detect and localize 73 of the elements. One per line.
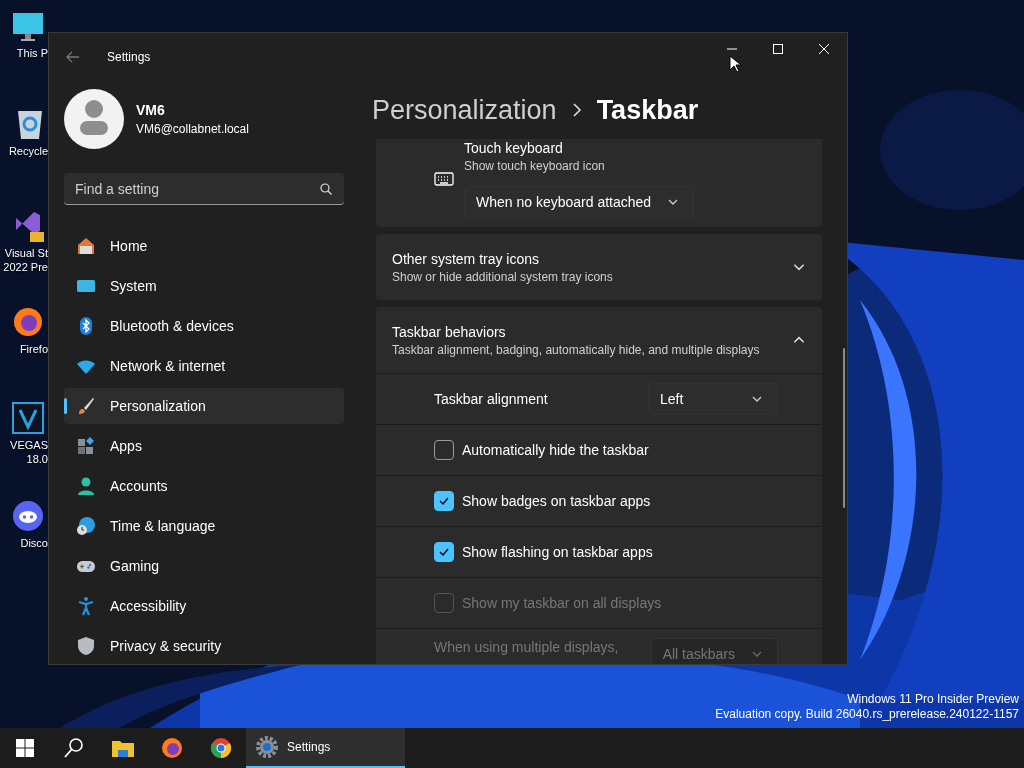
setting-description: Taskbar alignment, badging, automatically hide, and multiple displays bbox=[392, 342, 760, 357]
checkbox-label: Show flashing on taskbar apps bbox=[462, 544, 653, 560]
checkbox-label: Show my taskbar on all displays bbox=[462, 595, 662, 611]
window-title: Settings bbox=[107, 50, 151, 64]
breadcrumb-item[interactable]: Personalization bbox=[372, 94, 557, 126]
desktop-icon-label[interactable]: Disco bbox=[20, 536, 48, 550]
desktop-icon-label[interactable]: 18.0 bbox=[26, 452, 48, 466]
search-field[interactable]: Find a setting bbox=[75, 180, 320, 197]
dropdown[interactable]: Left bbox=[648, 383, 778, 415]
close-icon bbox=[819, 44, 829, 54]
chevron-right-icon bbox=[570, 103, 583, 117]
avatar bbox=[64, 89, 124, 149]
checkbox[interactable] bbox=[434, 440, 454, 460]
checkbox[interactable] bbox=[434, 491, 454, 511]
back-arrow-icon[interactable] bbox=[65, 49, 81, 65]
nav-item[interactable]: Network & internet bbox=[64, 348, 344, 384]
checkmark-icon bbox=[438, 495, 450, 507]
nav-item[interactable]: Accounts bbox=[64, 468, 344, 504]
taskbar-button[interactable]: Settings bbox=[246, 728, 405, 768]
desktop-icon-label[interactable]: Visual St bbox=[4, 246, 48, 260]
nav-item[interactable]: Privacy & security bbox=[64, 628, 344, 664]
keyboard-icon bbox=[434, 171, 454, 187]
nav-item[interactable]: Home bbox=[64, 228, 344, 264]
search-icon bbox=[320, 182, 332, 195]
build-notice: Evaluation copy. Build 26040.rs_prerelease.240122-1157 bbox=[715, 707, 1019, 722]
setting-title: Other system tray icons bbox=[392, 250, 541, 267]
gear-icon bbox=[255, 735, 279, 759]
user-email: VM6@collabnet.local bbox=[136, 122, 249, 136]
person-icon bbox=[76, 476, 96, 496]
nav-item[interactable]: Time & language bbox=[64, 508, 344, 544]
checkmark-icon bbox=[438, 546, 450, 558]
monitor-icon bbox=[12, 12, 44, 42]
apps-icon bbox=[76, 436, 96, 456]
shield-icon bbox=[76, 636, 96, 656]
mouse-cursor-icon bbox=[729, 55, 741, 73]
desktop-icon-label[interactable]: 2022 Pre bbox=[3, 260, 48, 274]
accessibility-icon bbox=[76, 596, 96, 616]
search-icon bbox=[61, 736, 86, 760]
vegas-icon bbox=[12, 402, 44, 434]
desktop-icon-label[interactable]: VEGAS bbox=[10, 438, 48, 452]
house-icon bbox=[76, 236, 96, 256]
globe-clock-icon bbox=[76, 516, 96, 536]
setting-label: When using multiple displays, bbox=[434, 639, 620, 656]
checkbox-label: Show badges on taskbar apps bbox=[462, 493, 651, 509]
setting-description: Show or hide additional system tray icons bbox=[392, 269, 613, 284]
build-notice: Windows 11 Pro Insider Preview bbox=[847, 692, 1019, 707]
nav-item[interactable]: Apps bbox=[64, 428, 344, 464]
maximize-icon bbox=[773, 44, 783, 54]
recycle-bin-icon bbox=[16, 108, 44, 140]
setting-title: Taskbar behaviors bbox=[392, 323, 507, 340]
nav-item[interactable]: Personalization bbox=[64, 388, 344, 424]
firefox-icon bbox=[159, 736, 184, 760]
desktop-icon-label[interactable]: Recycle bbox=[8, 144, 48, 158]
firefox-icon bbox=[12, 306, 44, 338]
setting-title: Touch keyboard bbox=[464, 140, 564, 156]
brush-icon bbox=[76, 396, 96, 416]
chrome-icon bbox=[208, 736, 233, 760]
nav-item[interactable]: Bluetooth & devices bbox=[64, 308, 344, 344]
user-name: VM6 bbox=[136, 102, 166, 118]
nav-item[interactable]: System bbox=[64, 268, 344, 304]
desktop-icon-label[interactable]: Firefo bbox=[19, 342, 48, 356]
desktop-icon-label[interactable]: This P bbox=[16, 46, 48, 60]
dropdown[interactable]: When no keyboard attached bbox=[464, 186, 695, 218]
nav-item[interactable]: Gaming bbox=[64, 548, 344, 584]
breadcrumb-item: Taskbar bbox=[596, 94, 699, 126]
scrollbar[interactable] bbox=[843, 348, 845, 508]
checkbox-label: Automatically hide the taskbar bbox=[462, 442, 649, 458]
nav-item[interactable]: Accessibility bbox=[64, 588, 344, 624]
search-box[interactable]: Find a setting bbox=[64, 173, 344, 205]
setting-description: Show touch keyboard icon bbox=[464, 159, 606, 173]
discord-icon bbox=[12, 500, 44, 532]
checkbox[interactable] bbox=[434, 542, 454, 562]
setting-label: Taskbar alignment bbox=[434, 391, 548, 407]
